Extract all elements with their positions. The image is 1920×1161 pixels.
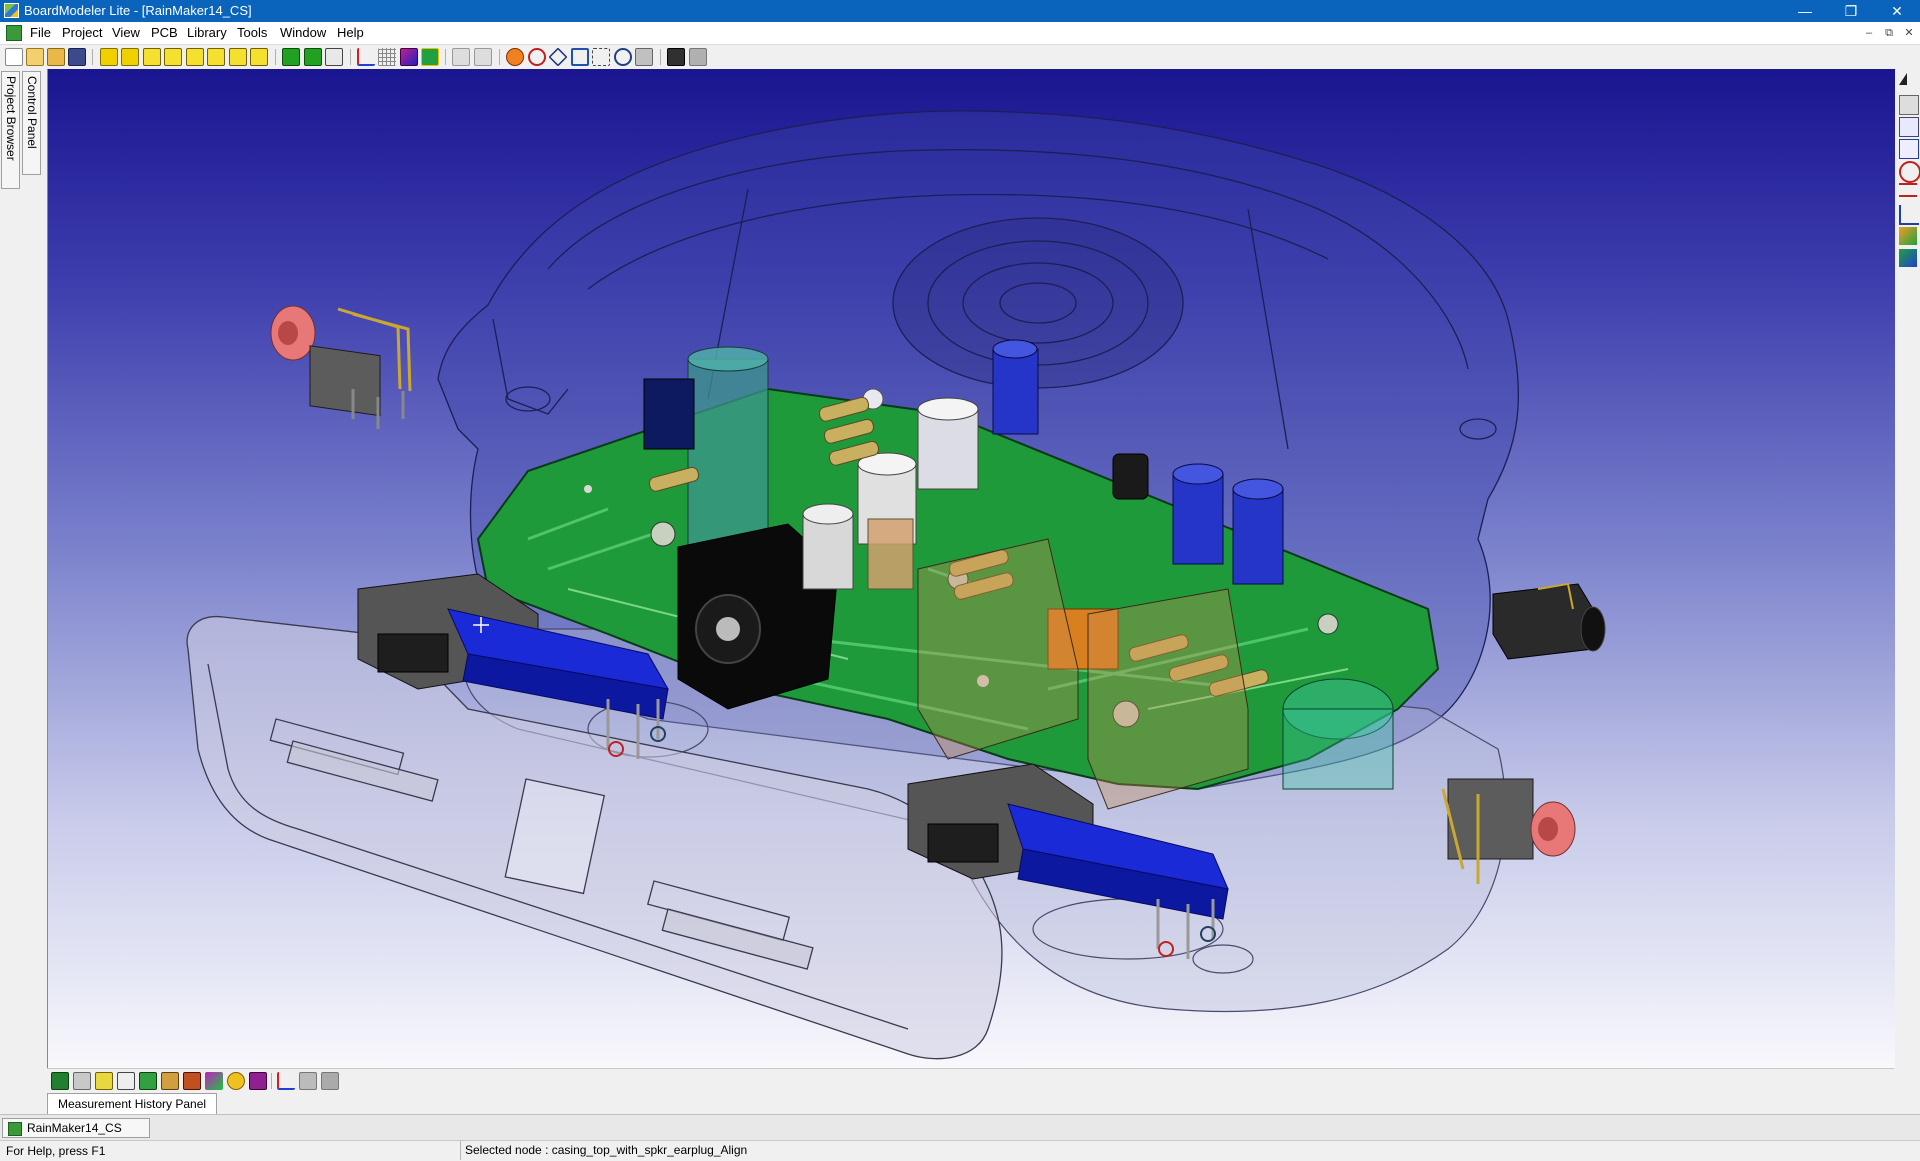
document-tab-label: RainMaker14_CS: [27, 1121, 122, 1135]
view-bottom-icon[interactable]: [73, 1072, 91, 1090]
menu-pcb[interactable]: PCB: [151, 25, 178, 40]
document-icon[interactable]: [6, 25, 22, 41]
box-green-icon[interactable]: [304, 48, 322, 66]
measure-circle-icon[interactable]: [1899, 161, 1920, 183]
fit-icon[interactable]: [571, 48, 589, 66]
collision-icon[interactable]: [1899, 249, 1917, 267]
clearance-icon[interactable]: [1899, 227, 1917, 245]
view-icon[interactable]: [452, 48, 470, 66]
save-icon[interactable]: [68, 48, 86, 66]
document-tab-icon: [8, 1122, 22, 1136]
left-tab-strip: Project Browser Control Panel: [0, 69, 46, 1069]
rotate-icon[interactable]: [506, 48, 524, 66]
grid-icon[interactable]: [378, 48, 396, 66]
status-selected-node: Selected node : casing_top_with_spkr_ear…: [460, 1141, 1885, 1160]
label-icon[interactable]: [1899, 117, 1919, 137]
minimize-button[interactable]: —: [1782, 0, 1828, 22]
tab-project-browser-label: Project Browser: [4, 76, 18, 161]
box-yellow-icon[interactable]: [164, 48, 182, 66]
print-icon[interactable]: [667, 48, 685, 66]
status-bar: For Help, press F1 Selected node : casin…: [0, 1140, 1920, 1161]
title-bar: BoardModeler Lite - [RainMaker14_CS] — ❐…: [0, 0, 1920, 22]
audio-jack-left[interactable]: [270, 305, 412, 429]
hand-select-icon[interactable]: [1899, 95, 1919, 115]
snapshot-icon[interactable]: [321, 1072, 339, 1090]
menu-tools[interactable]: Tools: [237, 25, 267, 40]
settings-icon[interactable]: [689, 48, 707, 66]
tab-control-panel[interactable]: Control Panel: [22, 71, 41, 175]
menu-view[interactable]: View: [112, 25, 140, 40]
view-front-icon[interactable]: [95, 1072, 113, 1090]
select-arrow-icon[interactable]: [1899, 73, 1907, 85]
tab-project-browser[interactable]: Project Browser: [1, 71, 20, 189]
close-button[interactable]: ✕: [1874, 0, 1920, 22]
box-yellow-icon[interactable]: [229, 48, 247, 66]
app-icon: [4, 3, 19, 18]
view-right-icon[interactable]: [161, 1072, 179, 1090]
menu-bar: File Project View PCB Library Tools Wind…: [0, 22, 1920, 45]
pan-icon[interactable]: [548, 47, 568, 67]
restore-button[interactable]: ❐: [1828, 0, 1874, 22]
export-icon[interactable]: [635, 48, 653, 66]
right-toolbar: [1896, 69, 1920, 1068]
section-icon[interactable]: [1899, 139, 1919, 159]
part-yellow-icon[interactable]: [100, 48, 118, 66]
layers-icon[interactable]: [400, 48, 418, 66]
view-toolbar: [47, 1068, 1894, 1093]
box-green-icon[interactable]: [282, 48, 300, 66]
menu-project[interactable]: Project: [62, 25, 102, 40]
window-title: BoardModeler Lite - [RainMaker14_CS]: [24, 3, 252, 18]
mdi-restore-button[interactable]: ⧉: [1880, 25, 1898, 41]
box-yellow-icon[interactable]: [207, 48, 225, 66]
measure-angle-icon[interactable]: [1899, 205, 1919, 225]
new-file-icon[interactable]: [5, 48, 23, 66]
tab-control-panel-label: Control Panel: [25, 76, 39, 149]
box-yellow-icon[interactable]: [250, 48, 268, 66]
axis-triad-icon[interactable]: [277, 1072, 295, 1090]
color-icon[interactable]: [205, 1072, 223, 1090]
part-yellow-icon[interactable]: [121, 48, 139, 66]
box-outline-icon[interactable]: [325, 48, 343, 66]
open-icon[interactable]: [26, 48, 44, 66]
menu-help[interactable]: Help: [337, 25, 364, 40]
light-icon[interactable]: [227, 1072, 245, 1090]
view-iso-icon[interactable]: [183, 1072, 201, 1090]
document-tab-bar: RainMaker14_CS: [0, 1114, 1920, 1141]
view-icon[interactable]: [474, 48, 492, 66]
document-tab-rainmaker[interactable]: RainMaker14_CS: [2, 1118, 150, 1138]
box-yellow-icon[interactable]: [143, 48, 161, 66]
menu-window[interactable]: Window: [280, 25, 326, 40]
box-yellow-icon[interactable]: [186, 48, 204, 66]
main-toolbar: [0, 45, 1920, 70]
mdi-minimize-button[interactable]: –: [1860, 25, 1878, 41]
view-back-icon[interactable]: [117, 1072, 135, 1090]
zoom-in-icon[interactable]: [614, 48, 632, 66]
measure-distance-icon[interactable]: [1899, 183, 1917, 197]
tab-measurement-history[interactable]: Measurement History Panel: [47, 1093, 218, 1115]
board-icon[interactable]: [421, 48, 439, 66]
3d-viewport[interactable]: [47, 69, 1895, 1068]
view-top-icon[interactable]: [51, 1072, 69, 1090]
status-help: For Help, press F1: [6, 1144, 106, 1158]
audio-jack-right-top[interactable]: [1492, 582, 1606, 660]
mdi-close-button[interactable]: ✕: [1900, 25, 1918, 41]
view-left-icon[interactable]: [139, 1072, 157, 1090]
grid-toggle-icon[interactable]: [299, 1072, 317, 1090]
axes-icon[interactable]: [357, 48, 375, 66]
zoom-icon[interactable]: [528, 48, 546, 66]
audio-jack-right-bottom[interactable]: [1441, 778, 1576, 884]
render-icon[interactable]: [249, 1072, 267, 1090]
menu-file[interactable]: File: [30, 25, 51, 40]
open-folder-icon[interactable]: [47, 48, 65, 66]
pcb-3d-model: [186, 110, 1606, 1060]
zoom-window-icon[interactable]: [592, 48, 610, 66]
menu-library[interactable]: Library: [187, 25, 227, 40]
